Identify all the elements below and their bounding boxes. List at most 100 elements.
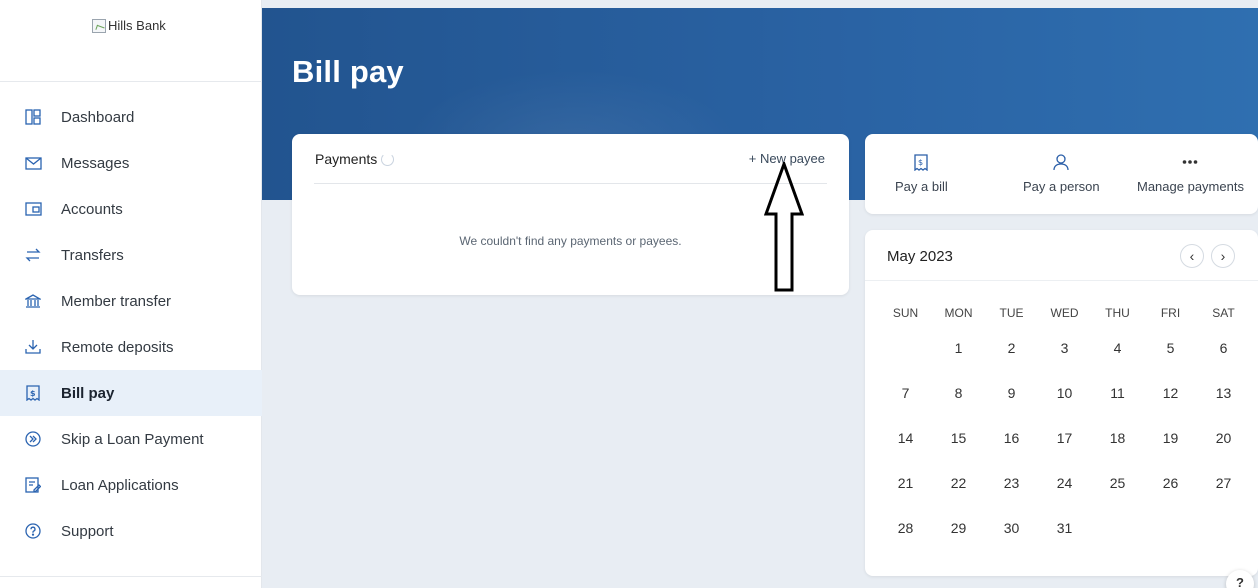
calendar-day[interactable]: 6: [1197, 340, 1250, 385]
calendar-day[interactable]: 9: [985, 385, 1038, 430]
download-tray-icon: [24, 338, 42, 356]
calendar-prev-button[interactable]: ‹: [1180, 244, 1204, 268]
calendar-day[interactable]: 16: [985, 430, 1038, 475]
calendar-day[interactable]: 8: [932, 385, 985, 430]
calendar-day[interactable]: 26: [1144, 475, 1197, 520]
wallet-icon: [24, 200, 42, 218]
sidebar-item-label: Accounts: [61, 200, 123, 218]
calendar-day[interactable]: 3: [1038, 340, 1091, 385]
sidebar-item-label: Loan Applications: [61, 476, 179, 494]
sidebar-item-loan-applications[interactable]: Loan Applications: [0, 462, 262, 508]
calendar-week-row: 21 22 23 24 25 26 27: [879, 475, 1250, 520]
calendar-day[interactable]: 29: [932, 520, 985, 565]
calendar-week-row: 14 15 16 17 18 19 20: [879, 430, 1250, 475]
calendar-day[interactable]: 10: [1038, 385, 1091, 430]
calendar-grid: SUN MON TUE WED THU FRI SAT 1 2 3 4 5 6 7 8 9 10 11 12 13 14…: [879, 306, 1250, 565]
manage-payments-button[interactable]: Manage payments: [1137, 152, 1244, 194]
calendar-next-button[interactable]: ›: [1211, 244, 1235, 268]
calendar-month-label: May 2023: [887, 248, 953, 265]
sidebar-item-label: Dashboard: [61, 108, 135, 126]
calendar-card: May 2023 ‹ › SUN MON TUE WED THU FRI SAT 1 2 3 4 5 6…: [865, 230, 1258, 576]
logo-alt-text: Hills Bank: [108, 18, 166, 33]
sidebar-item-skip-a-loan-payment[interactable]: Skip a Loan Payment: [0, 416, 262, 462]
sidebar-item-bill-pay[interactable]: $ Bill pay: [0, 370, 262, 416]
calendar-day[interactable]: 28: [879, 520, 932, 565]
calendar-day[interactable]: 14: [879, 430, 932, 475]
sidebar-item-label: Member transfer: [61, 292, 172, 310]
calendar-day[interactable]: 22: [932, 475, 985, 520]
bill-icon: $: [24, 384, 42, 402]
calendar-week-row: 28 29 30 31: [879, 520, 1250, 565]
sidebar-divider: [0, 81, 262, 82]
calendar-weekday-label: SUN: [892, 306, 919, 320]
transfer-arrows-icon: [24, 246, 42, 264]
page-title: Bill pay: [292, 54, 404, 89]
calendar-weekday-label: THU: [1105, 306, 1130, 320]
chevron-right-icon: ›: [1220, 248, 1226, 264]
calendar-day[interactable]: 18: [1091, 430, 1144, 475]
calendar-week-row: 7 8 9 10 11 12 13: [879, 385, 1250, 430]
help-circle-icon: [24, 522, 42, 540]
action-label: Pay a bill: [895, 179, 948, 194]
bank-logo[interactable]: Hills Bank: [92, 18, 166, 33]
payments-heading: Payments: [315, 151, 395, 167]
calendar-day[interactable]: 24: [1038, 475, 1091, 520]
calendar-weekday-row: SUN MON TUE WED THU FRI SAT: [879, 306, 1250, 340]
sidebar-item-remote-deposits[interactable]: Remote deposits: [0, 324, 262, 370]
calendar-day[interactable]: 1: [932, 340, 985, 385]
sidebar-item-transfers[interactable]: Transfers: [0, 232, 262, 278]
calendar-weekday-label: WED: [1050, 306, 1079, 320]
calendar-day[interactable]: 25: [1091, 475, 1144, 520]
sidebar-nav: Dashboard Messages Accounts Transfers Me…: [0, 94, 262, 554]
calendar-day[interactable]: 5: [1144, 340, 1197, 385]
pay-a-bill-button[interactable]: $ Pay a bill: [895, 152, 948, 194]
envelope-icon: [24, 154, 42, 172]
calendar-day[interactable]: 12: [1144, 385, 1197, 430]
pay-a-person-button[interactable]: Pay a person: [1023, 152, 1100, 194]
calendar-day[interactable]: 15: [932, 430, 985, 475]
sidebar-item-dashboard[interactable]: Dashboard: [0, 94, 262, 140]
calendar-weekday-label: TUE: [999, 306, 1024, 320]
sidebar: Hills Bank Dashboard Messages Accounts T…: [0, 0, 262, 588]
skip-forward-icon: [24, 430, 42, 448]
calendar-day[interactable]: 11: [1091, 385, 1144, 430]
form-edit-icon: [24, 476, 42, 494]
divider: [314, 183, 827, 184]
chevron-left-icon: ‹: [1189, 248, 1195, 264]
calendar-weekday-label: SAT: [1212, 306, 1235, 320]
person-icon: [1053, 152, 1069, 172]
calendar-day[interactable]: 19: [1144, 430, 1197, 475]
sidebar-item-label: Bill pay: [61, 384, 115, 402]
calendar-weekday-label: FRI: [1160, 306, 1181, 320]
sidebar-item-messages[interactable]: Messages: [0, 140, 262, 186]
calendar-day[interactable]: 31: [1038, 520, 1091, 565]
calendar-day[interactable]: 30: [985, 520, 1038, 565]
annotation-up-arrow-icon: [764, 162, 804, 292]
sidebar-item-label: Skip a Loan Payment: [61, 430, 204, 448]
svg-text:$: $: [30, 389, 36, 398]
calendar-day[interactable]: 20: [1197, 430, 1250, 475]
sidebar-item-label: Support: [61, 522, 114, 540]
calendar-day[interactable]: 2: [985, 340, 1038, 385]
calendar-day[interactable]: 21: [879, 475, 932, 520]
sidebar-item-label: Transfers: [61, 246, 124, 264]
action-label: Pay a person: [1023, 179, 1100, 194]
calendar-day[interactable]: 7: [879, 385, 932, 430]
dashboard-icon: [24, 108, 42, 126]
sidebar-item-support[interactable]: Support: [0, 508, 262, 554]
sidebar-item-accounts[interactable]: Accounts: [0, 186, 262, 232]
calendar-day[interactable]: 23: [985, 475, 1038, 520]
calendar-empty-cell: [879, 340, 932, 385]
action-label: Manage payments: [1137, 179, 1244, 194]
bank-icon: [24, 292, 42, 310]
calendar-day[interactable]: 13: [1197, 385, 1250, 430]
sidebar-item-label: Messages: [61, 154, 130, 172]
calendar-weekday-label: MON: [944, 306, 973, 320]
calendar-day[interactable]: 4: [1091, 340, 1144, 385]
sidebar-item-member-transfer[interactable]: Member transfer: [0, 278, 262, 324]
sidebar-divider: [0, 576, 262, 577]
calendar-day[interactable]: 27: [1197, 475, 1250, 520]
more-dots-icon: [1182, 152, 1198, 172]
loading-spinner-icon: [381, 152, 395, 166]
calendar-day[interactable]: 17: [1038, 430, 1091, 475]
